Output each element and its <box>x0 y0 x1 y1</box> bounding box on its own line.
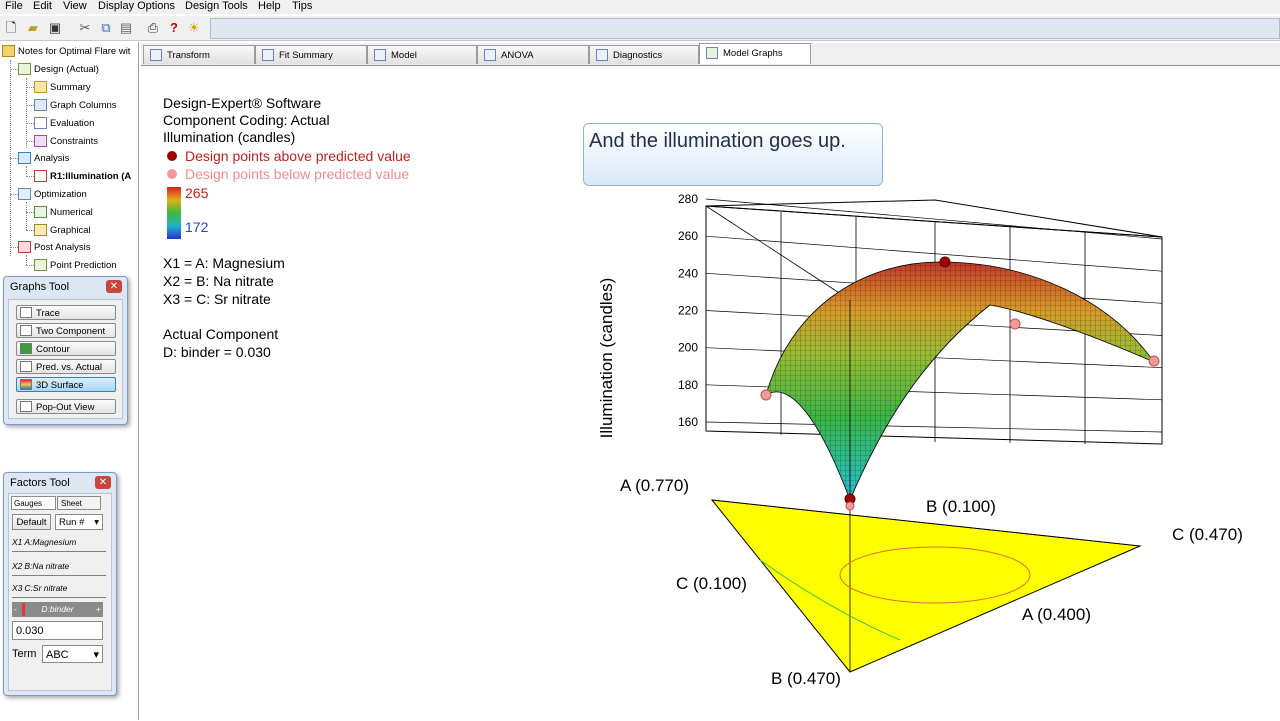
design-point-above <box>939 256 951 268</box>
z-tick-label: 220 <box>678 304 698 318</box>
z-tick-labels: 160 180 200 220 240 260 280 <box>678 192 698 429</box>
design-point-below <box>1009 318 1021 330</box>
z-tick-label: 240 <box>678 266 698 280</box>
vertex-label: A (0.770) <box>620 476 689 495</box>
surface-chart: 160 180 200 220 240 260 280 Illumination (cand… <box>597 192 1243 688</box>
vertex-label: C (0.100) <box>676 574 747 593</box>
simplex-base <box>710 499 1142 673</box>
vertex-label: A (0.400) <box>1022 605 1091 624</box>
z-tick-label: 160 <box>678 415 698 429</box>
z-tick-label: 200 <box>678 341 698 355</box>
design-point-below <box>760 389 772 401</box>
vertex-label: B (0.100) <box>926 497 996 516</box>
z-gridline <box>705 198 1163 240</box>
z-axis-label: Illumination (candles) <box>597 278 616 439</box>
z-gridline <box>705 421 1163 433</box>
model-graphs-icon <box>706 47 718 60</box>
tab-model-graphs[interactable]: Model Graphs <box>699 43 811 64</box>
z-tick-label: 260 <box>678 229 698 243</box>
surface-mesh <box>766 262 1154 500</box>
vertex-label: B (0.470) <box>771 669 841 688</box>
z-tick-label: 280 <box>678 192 698 206</box>
top-frame <box>705 199 1163 238</box>
design-point-below <box>845 501 855 511</box>
design-point-below <box>1148 355 1160 367</box>
vertex-label: C (0.470) <box>1172 525 1243 544</box>
z-tick-label: 180 <box>678 378 698 392</box>
grid-line <box>705 205 851 301</box>
